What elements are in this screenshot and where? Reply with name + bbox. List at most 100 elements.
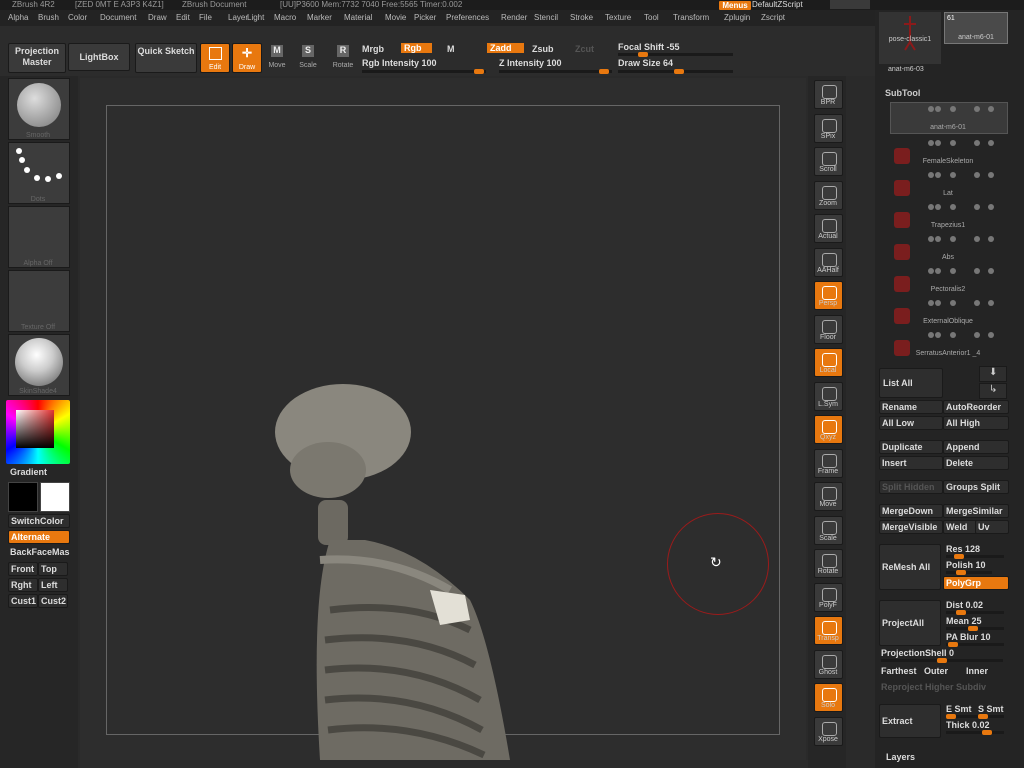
- custom2-view-button[interactable]: Cust2: [38, 594, 68, 608]
- duplicate-button[interactable]: Duplicate: [879, 440, 943, 454]
- delete-button[interactable]: Delete: [943, 456, 1009, 470]
- menu-texture[interactable]: Texture: [605, 13, 631, 22]
- remesh-all-button[interactable]: ReMesh All: [879, 544, 941, 590]
- pa-blur-track[interactable]: [946, 642, 1004, 647]
- xpose-button[interactable]: Xpose: [814, 716, 843, 746]
- default-zscript-button[interactable]: DefaultZScript: [752, 0, 824, 9]
- polish-slider[interactable]: Polish 10: [946, 560, 986, 570]
- skeleton-model[interactable]: [270, 380, 530, 760]
- inner-button[interactable]: Inner: [966, 666, 988, 676]
- split-hidden-button[interactable]: Split Hidden: [879, 480, 943, 494]
- subtool-row[interactable]: ExternalOblique: [890, 296, 1006, 325]
- pa-blur-slider[interactable]: PA Blur 10: [946, 632, 991, 642]
- focal-shift-track[interactable]: [618, 52, 733, 57]
- menu-stroke[interactable]: Stroke: [570, 13, 593, 22]
- polygrp-toggle[interactable]: PolyGrp: [943, 576, 1009, 590]
- actual-button[interactable]: Actual: [814, 214, 843, 243]
- merge-down-button[interactable]: MergeDown: [879, 504, 943, 518]
- rgb-button[interactable]: Rgb: [401, 43, 432, 53]
- dist-track[interactable]: [946, 610, 1004, 615]
- menu-movie[interactable]: Movie: [385, 13, 406, 22]
- weld-button[interactable]: Weld: [943, 520, 977, 534]
- spix-button[interactable]: SPix: [814, 113, 843, 143]
- polyf-button[interactable]: PolyF: [814, 582, 843, 612]
- res-track[interactable]: [946, 554, 1004, 559]
- menu-light[interactable]: Light: [247, 13, 264, 22]
- color-square[interactable]: [16, 410, 54, 448]
- menu-layer[interactable]: Layer: [228, 13, 248, 22]
- move-down-button[interactable]: ⬇: [979, 366, 1007, 382]
- m-button[interactable]: M: [447, 44, 455, 54]
- groups-split-button[interactable]: Groups Split: [943, 480, 1009, 494]
- bpr-button[interactable]: BPR: [814, 80, 843, 109]
- color-picker[interactable]: [6, 400, 70, 464]
- merge-similar-button[interactable]: MergeSimilar: [943, 504, 1009, 518]
- subtool-row[interactable]: Trapezius1: [890, 200, 1006, 229]
- backface-mask-button[interactable]: BackFaceMas: [10, 547, 70, 557]
- persp-button[interactable]: Persp: [814, 281, 843, 310]
- mrgb-button[interactable]: Mrgb: [362, 44, 384, 54]
- main-color-swatch[interactable]: [8, 482, 38, 512]
- right-view-button[interactable]: Rght: [8, 578, 38, 592]
- frame-button[interactable]: Frame: [814, 448, 843, 478]
- draw-button[interactable]: ✛ Draw: [232, 43, 262, 73]
- menu-transform[interactable]: Transform: [673, 13, 709, 22]
- top-view-button[interactable]: Top: [38, 562, 68, 576]
- uv-button[interactable]: Uv: [975, 520, 1009, 534]
- smt-track[interactable]: [946, 714, 1004, 719]
- polish-track[interactable]: [946, 570, 992, 575]
- local-button[interactable]: Local: [814, 348, 843, 377]
- subtool-toggles[interactable]: [928, 140, 994, 146]
- transp-button[interactable]: Transp: [814, 616, 843, 645]
- subtool-toggles[interactable]: [928, 268, 994, 274]
- gradient-label[interactable]: Gradient: [10, 467, 47, 477]
- s-smt-slider[interactable]: S Smt: [978, 704, 1004, 714]
- window-controls[interactable]: [830, 0, 870, 9]
- subtool-row[interactable]: SerratusAnterior1 _4: [890, 328, 1006, 357]
- lightbox-button[interactable]: LightBox: [68, 43, 130, 71]
- reproject-higher-subdiv-button[interactable]: Reproject Higher Subdiv: [881, 682, 986, 692]
- mean-track[interactable]: [946, 626, 1004, 631]
- alternate-button[interactable]: Alternate: [8, 530, 70, 544]
- menu-tool[interactable]: Tool: [644, 13, 659, 22]
- menu-material[interactable]: Material: [344, 13, 372, 22]
- menu-zscript[interactable]: Zscript: [761, 13, 785, 22]
- zadd-button[interactable]: Zadd: [487, 43, 524, 53]
- all-high-button[interactable]: All High: [943, 416, 1009, 430]
- alpha-picker[interactable]: [8, 206, 70, 268]
- custom1-view-button[interactable]: Cust1: [8, 594, 38, 608]
- subtool-toggles[interactable]: [928, 300, 994, 306]
- switch-color-button[interactable]: SwitchColor: [8, 514, 70, 528]
- mean-slider[interactable]: Mean 25: [946, 616, 982, 626]
- autoreorder-button[interactable]: AutoReorder: [943, 400, 1009, 414]
- projection-master-button[interactable]: Projection Master: [8, 43, 66, 73]
- layers-section[interactable]: Layers: [886, 752, 915, 762]
- focal-shift-slider[interactable]: Focal Shift -55: [618, 42, 680, 52]
- front-view-button[interactable]: Front: [8, 562, 38, 576]
- zsub-button[interactable]: Zsub: [532, 44, 554, 54]
- subtool-row[interactable]: FemaleSkeleton: [890, 136, 1006, 165]
- subtool-row[interactable]: Lat: [890, 168, 1006, 197]
- move-button[interactable]: Move: [814, 482, 843, 511]
- menu-draw[interactable]: Draw: [148, 13, 167, 22]
- subtool-toggles[interactable]: [928, 204, 994, 210]
- menu-brush[interactable]: Brush: [38, 13, 59, 22]
- secondary-color-swatch[interactable]: [40, 482, 70, 512]
- menu-edit[interactable]: Edit: [176, 13, 190, 22]
- menu-document[interactable]: Document: [100, 13, 136, 22]
- draw-size-slider[interactable]: Draw Size 64: [618, 58, 673, 68]
- subtool-toggles[interactable]: [928, 172, 994, 178]
- menu-file[interactable]: File: [199, 13, 212, 22]
- subtool-row[interactable]: Pectoralis2: [890, 264, 1006, 293]
- subtool-row[interactable]: Abs: [890, 232, 1006, 261]
- menu-marker[interactable]: Marker: [307, 13, 332, 22]
- scale-button[interactable]: S Scale: [296, 43, 320, 71]
- qxyz-button[interactable]: Qxyz: [814, 415, 843, 444]
- stroke-picker[interactable]: [8, 142, 70, 204]
- menu-alpha[interactable]: Alpha: [8, 13, 28, 22]
- rename-button[interactable]: Rename: [879, 400, 943, 414]
- merge-visible-button[interactable]: MergeVisible: [879, 520, 943, 534]
- outer-button[interactable]: Outer: [924, 666, 948, 676]
- project-all-button[interactable]: ProjectAll: [879, 600, 941, 646]
- rgb-intensity-slider[interactable]: Rgb Intensity 100: [362, 58, 437, 68]
